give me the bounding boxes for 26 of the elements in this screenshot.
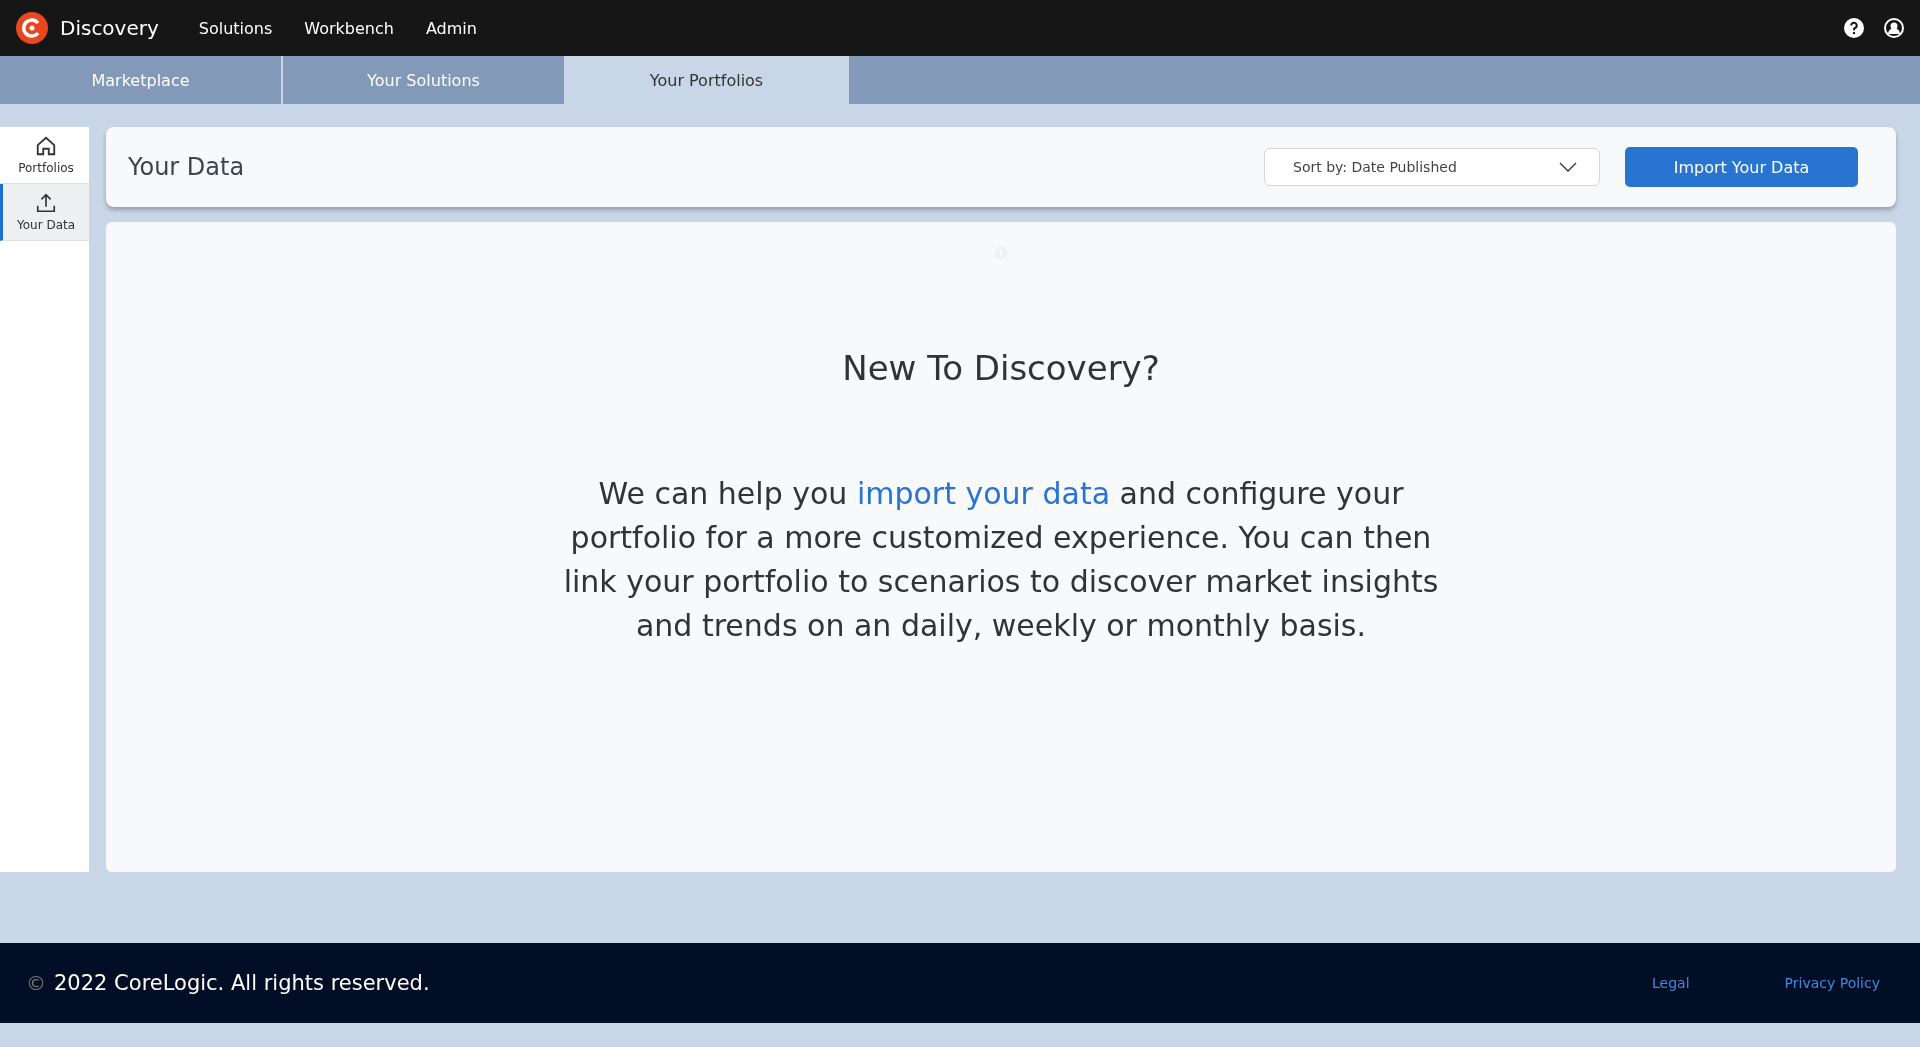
tab[interactable]: Your Portfolios	[566, 56, 849, 104]
sort-dropdown[interactable]: Sort by: Date Published	[1264, 148, 1600, 186]
import-data-button[interactable]: Import Your Data	[1625, 147, 1858, 187]
help-icon[interactable]	[1844, 18, 1864, 38]
footer-link[interactable]: Legal	[1652, 975, 1690, 991]
empty-state-text: We can help you import your data and configure your portfolio for a more customized experience. You can then link your portfolio to scenarios to discover market insights and trends on an daily, weekly or monthly basis.	[562, 475, 1440, 645]
logo-icon	[16, 12, 48, 44]
page-title: Your Data	[128, 153, 246, 181]
app-name: Discovery	[60, 16, 159, 40]
nav-link[interactable]: Solutions	[198, 18, 273, 38]
chevron-down-icon	[1559, 162, 1577, 172]
footer-link[interactable]: Privacy Policy	[1784, 975, 1880, 991]
import-data-link[interactable]: import your data	[856, 476, 1111, 511]
copyright-symbol: ©	[26, 971, 46, 995]
sidebar-item[interactable]: Your Data	[0, 184, 89, 241]
sort-label: Sort by: Date Published	[1293, 159, 1457, 175]
sidebar-item-label: Portfolios	[18, 161, 74, 175]
user-avatar-icon[interactable]	[1884, 18, 1904, 38]
empty-state-heading: New To Discovery?	[842, 348, 1160, 388]
sidebar-item-label: Your Data	[16, 218, 76, 232]
nav-link[interactable]: Admin	[425, 18, 477, 38]
copyright-text: 2022 CoreLogic. All rights reserved.	[54, 971, 431, 995]
upload-icon	[35, 192, 57, 214]
home-icon	[35, 135, 57, 157]
nav-link[interactable]: Workbench	[304, 18, 394, 38]
sidebar-item[interactable]: Portfolios	[0, 127, 89, 184]
